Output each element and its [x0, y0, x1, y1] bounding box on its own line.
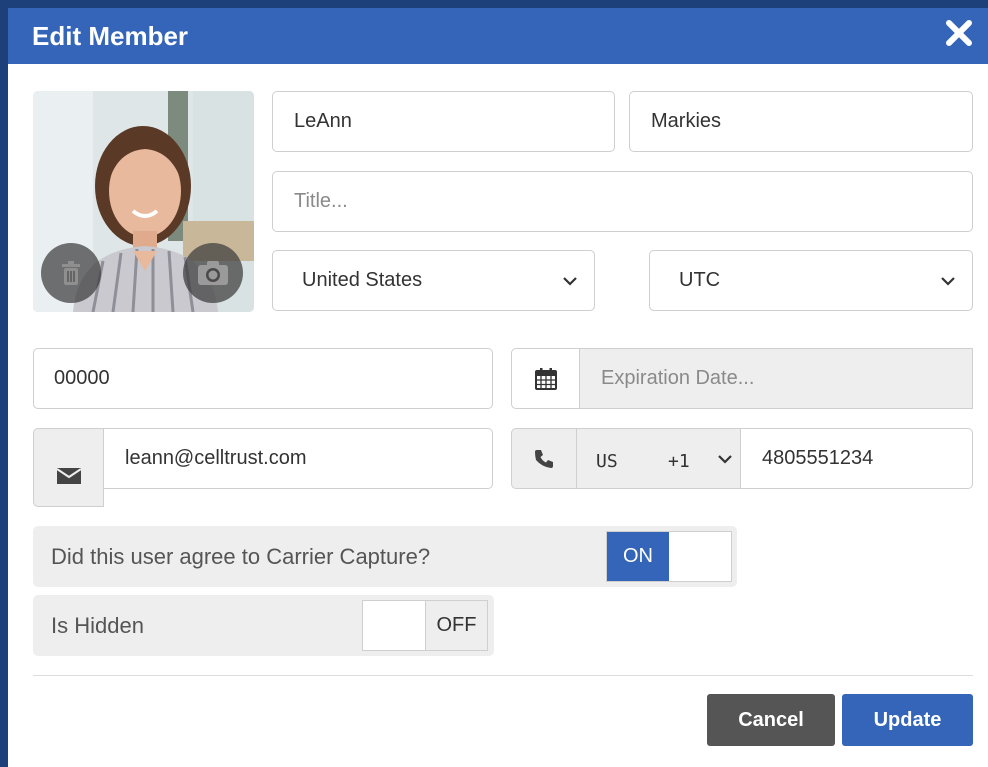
- member-id-input[interactable]: [34, 349, 492, 408]
- toggle-off-label: OFF: [426, 601, 487, 650]
- toggle-knob: [669, 532, 731, 581]
- expiration-date-field[interactable]: [579, 348, 973, 409]
- toggle-knob: [363, 601, 426, 650]
- envelope-icon: [55, 467, 82, 484]
- phone-code-value: +1: [668, 451, 690, 472]
- carrier-capture-row: Did this user agree to Carrier Capture? …: [33, 526, 737, 587]
- timezone-select[interactable]: UTC: [649, 250, 973, 311]
- phone-country-value: US: [596, 451, 618, 472]
- edit-member-dialog: Edit Member LeAnn Markies Title... Unite…: [8, 8, 988, 767]
- title-input[interactable]: [273, 172, 972, 231]
- footer-divider: [33, 675, 973, 676]
- close-button[interactable]: [944, 18, 974, 48]
- country-value: United States: [302, 269, 423, 291]
- calendar-icon: [534, 367, 557, 390]
- title-field[interactable]: [272, 171, 973, 232]
- chevron-down-icon: [718, 455, 732, 464]
- phone-addon: [511, 428, 577, 489]
- last-name-field[interactable]: [629, 91, 973, 152]
- trash-icon: [62, 261, 80, 285]
- phone-icon: [535, 449, 553, 468]
- cancel-button[interactable]: Cancel: [707, 694, 835, 746]
- phone-country-select[interactable]: US +1: [576, 428, 741, 489]
- is-hidden-toggle[interactable]: OFF: [362, 600, 488, 651]
- phone-number-input[interactable]: [741, 429, 972, 488]
- phone-number-field[interactable]: [740, 428, 973, 489]
- email-addon: [33, 428, 104, 507]
- dialog-title: Edit Member: [32, 21, 189, 51]
- toggle-on-label: ON: [607, 532, 669, 581]
- email-field[interactable]: [103, 428, 493, 489]
- expiration-date-input[interactable]: [580, 349, 972, 408]
- delete-photo-button[interactable]: [41, 243, 101, 303]
- country-select[interactable]: United States: [272, 250, 595, 311]
- carrier-capture-label: Did this user agree to Carrier Capture?: [51, 543, 431, 569]
- timezone-value: UTC: [679, 269, 721, 291]
- last-name-input[interactable]: [630, 92, 972, 151]
- chevron-down-icon: [563, 276, 577, 286]
- first-name-input[interactable]: [273, 92, 614, 151]
- carrier-capture-toggle[interactable]: ON: [606, 531, 732, 582]
- upload-photo-button[interactable]: [183, 243, 243, 303]
- close-icon: [946, 20, 972, 46]
- profile-photo: [33, 91, 254, 312]
- is-hidden-row: Is Hidden OFF: [33, 595, 494, 656]
- is-hidden-label: Is Hidden: [51, 612, 144, 638]
- calendar-addon[interactable]: [511, 348, 580, 409]
- email-input[interactable]: [104, 429, 492, 488]
- chevron-down-icon: [941, 276, 955, 286]
- dialog-header: Edit Member: [8, 8, 988, 64]
- first-name-field[interactable]: [272, 91, 615, 152]
- camera-icon: [198, 261, 228, 285]
- member-id-field[interactable]: [33, 348, 493, 409]
- update-button[interactable]: Update: [842, 694, 973, 746]
